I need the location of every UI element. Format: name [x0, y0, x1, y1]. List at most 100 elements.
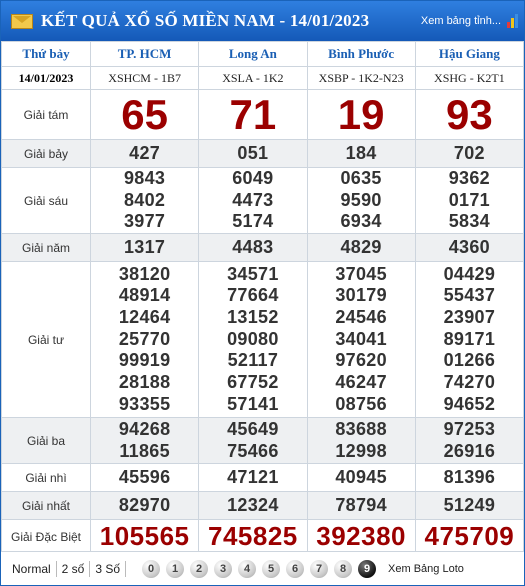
digit-ball-button[interactable]: 4	[238, 559, 257, 578]
prize-number: 99919	[118, 350, 171, 371]
prize-number: 19	[337, 90, 385, 138]
digit-ball-button[interactable]: 6	[286, 559, 305, 578]
prize-number: 89171	[443, 328, 496, 349]
prize-number: 34571	[227, 263, 279, 284]
result-cell: 4483	[198, 233, 308, 263]
prize-number: 26916	[443, 440, 496, 461]
prize-row: Giải bảy 427 051 184 702	[1, 139, 525, 168]
prize-number: 25770	[118, 328, 171, 349]
prize-number: 23907	[443, 307, 496, 328]
digit-ball-button[interactable]: 8	[334, 559, 353, 578]
prize-number: 77664	[227, 285, 279, 306]
prize-row: Giải nhất 82970 12324 78794 51249	[1, 491, 525, 521]
bar-chart-icon[interactable]	[507, 14, 518, 28]
prize-row: Giải ba 94268 11865 45649 75466 83688 12998 972…	[1, 417, 525, 465]
prize-number: 08756	[335, 393, 387, 414]
digit-ball-button[interactable]: 2	[190, 559, 209, 578]
result-cell: 83688 12998	[306, 417, 416, 465]
prize-number: 51249	[443, 494, 496, 515]
result-cell: 19	[306, 89, 416, 140]
prize-number: 1317	[124, 236, 166, 257]
prize-row: Giải nhì 45596 47121 40945 81396	[1, 463, 525, 493]
prize-number: 97253	[443, 418, 496, 439]
digit-ball-button[interactable]: 9	[358, 559, 377, 578]
digit-ball-button[interactable]: 1	[166, 559, 185, 578]
prize-number: 13152	[227, 307, 279, 328]
prize-label: Giải sáu	[1, 166, 91, 235]
loto-table-link[interactable]: Xem Bảng Loto	[388, 563, 464, 575]
prize-label: Giải năm	[1, 233, 91, 263]
prize-number: 9362	[448, 168, 490, 188]
ticket-code: XSLA - 1K2	[198, 66, 308, 90]
result-cell: 94268 11865	[89, 417, 200, 465]
prize-number: 30179	[335, 285, 387, 306]
view-province-link[interactable]: Xem bảng tỉnh...	[421, 15, 501, 27]
bar-chart-icon-bar	[507, 22, 510, 28]
prize-number: 12324	[227, 494, 279, 515]
result-cell: 4360	[414, 233, 525, 263]
prize-number: 81396	[443, 466, 496, 487]
mode-3-digit-button[interactable]: 3 Số	[90, 560, 127, 577]
prize-number: 48914	[118, 285, 171, 306]
header-bar: KẾT QUẢ XỔ SỐ MIỀN NAM - 14/01/2023 Xem …	[1, 1, 524, 41]
result-cell: 82970	[89, 491, 200, 521]
prize-number: 46247	[335, 372, 387, 393]
prize-number: 01266	[443, 350, 496, 371]
result-cell: 1317	[89, 233, 200, 263]
mode-normal-button[interactable]: Normal	[7, 560, 57, 577]
prize-number: 4360	[448, 236, 490, 257]
prize-number: 94268	[118, 418, 171, 439]
province-link[interactable]: Hậu Giang	[414, 41, 525, 67]
prize-number: 67752	[227, 372, 279, 393]
prize-number: 82970	[118, 494, 171, 515]
result-cell: 051	[198, 139, 308, 168]
prize-row: Giải tư 38120 48914 12464 25770 99919 28188 933…	[1, 261, 525, 419]
result-cell: 04429 55437 23907 89171 01266 74270 94652	[414, 261, 525, 419]
prize-label: Giải ba	[1, 417, 91, 465]
prize-number: 4829	[340, 236, 382, 257]
province-link[interactable]: Long An	[198, 41, 308, 67]
prize-number: 71	[229, 90, 277, 138]
result-cell: 93	[414, 89, 525, 140]
prize-row: Giải sáu 9843 8402 3977 6049 4473 5174 0635 9590…	[1, 166, 525, 235]
prize-number: 184	[345, 142, 377, 163]
prize-label: Giải Đặc Biệt	[1, 519, 91, 555]
prize-number: 12998	[335, 440, 387, 461]
prize-number: 74270	[443, 372, 496, 393]
prize-number: 04429	[443, 263, 496, 284]
digit-ball-button[interactable]: 5	[262, 559, 281, 578]
prize-row: Giải tám 65 71 19 93	[1, 89, 525, 140]
result-cell: 51249	[414, 491, 525, 521]
result-cell: 81396	[414, 463, 525, 493]
prize-number: 4473	[232, 189, 274, 210]
prize-number: 34041	[335, 328, 387, 349]
digit-ball-button[interactable]: 3	[214, 559, 233, 578]
prize-number: 427	[129, 142, 161, 163]
prize-row: Giải Đặc Biệt 105565 745825 392380 475709	[1, 519, 525, 555]
prize-number: 9843	[124, 168, 166, 188]
result-cell: 9843 8402 3977	[89, 166, 200, 235]
digit-ball-button[interactable]: 0	[142, 559, 161, 578]
prize-number: 40945	[335, 466, 387, 487]
code-row: 14/01/2023 XSHCM - 1B7 XSLA - 1K2 XSBP -…	[1, 66, 525, 90]
result-cell: 38120 48914 12464 25770 99919 28188 93355	[89, 261, 200, 419]
prize-number: 0171	[448, 189, 490, 210]
province-link[interactable]: Bình Phước	[306, 41, 416, 67]
ticket-code: XSHG - K2T1	[414, 66, 525, 90]
prize-number: 4483	[232, 236, 274, 257]
bar-chart-icon-bar	[511, 18, 514, 28]
result-cell: 78794	[306, 491, 416, 521]
result-cell: 9362 0171 5834	[414, 166, 525, 235]
prize-number: 37045	[335, 263, 387, 284]
prize-number: 6934	[340, 211, 382, 232]
prize-row: Giải năm 1317 4483 4829 4360	[1, 233, 525, 263]
result-cell: 392380	[306, 519, 416, 555]
prize-number: 45596	[118, 466, 171, 487]
province-row: Thứ bảy TP. HCM Long An Bình Phước Hậu G…	[1, 41, 525, 67]
result-cell: 0635 9590 6934	[306, 166, 416, 235]
prize-number: 75466	[227, 440, 279, 461]
province-link[interactable]: TP. HCM	[89, 41, 200, 67]
prize-number: 52117	[227, 350, 279, 371]
mode-2-digit-button[interactable]: 2 số	[57, 560, 91, 577]
digit-ball-button[interactable]: 7	[310, 559, 329, 578]
